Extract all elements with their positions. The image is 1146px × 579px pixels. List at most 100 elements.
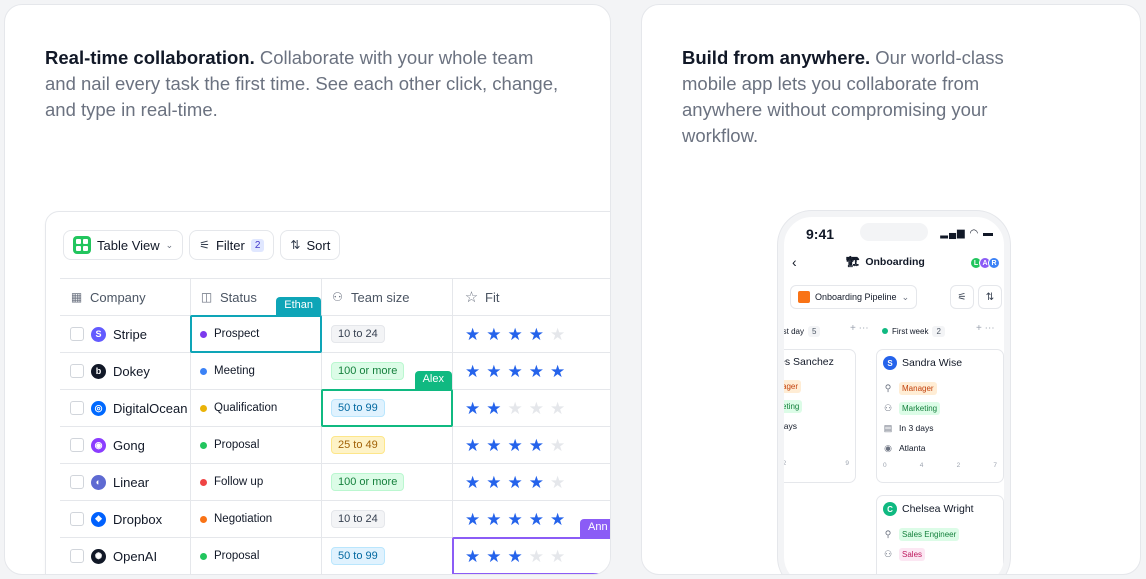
star-filled-icon[interactable]: ★ bbox=[550, 511, 565, 528]
star-filled-icon[interactable]: ★ bbox=[465, 437, 480, 454]
star-filled-icon[interactable]: ★ bbox=[465, 400, 480, 417]
star-empty-icon[interactable]: ★ bbox=[550, 400, 565, 417]
fit-rating[interactable]: ★ ★ ★ ★ ★ bbox=[465, 437, 565, 454]
star-filled-icon[interactable]: ★ bbox=[486, 511, 501, 528]
column-actions[interactable]: + ⋯ bbox=[976, 323, 995, 334]
team-size-cell[interactable]: 10 to 24 bbox=[322, 316, 453, 352]
fit-cell[interactable]: ★ ★ ★ ★ ★ bbox=[453, 427, 610, 463]
company-cell[interactable]: ✺ OpenAI bbox=[60, 538, 191, 574]
table-row[interactable]: ◎ DigitalOcean Qualification 50 to 99 Al… bbox=[60, 371, 610, 427]
team-size-cell[interactable]: 50 to 99 Alex bbox=[321, 371, 453, 427]
star-filled-icon[interactable]: ★ bbox=[465, 548, 480, 565]
company-cell[interactable]: ◎ DigitalOcean bbox=[60, 390, 191, 426]
phone-filter-button[interactable]: ⚟ bbox=[950, 285, 974, 309]
fit-rating[interactable]: ★ ★ ★ ★ ★ bbox=[465, 511, 565, 528]
kanban-card[interactable]: S Sandra Wise ⚲ Manager ⚇ Marketing ▤ In 3 d… bbox=[876, 349, 1004, 483]
star-filled-icon[interactable]: ★ bbox=[508, 511, 523, 528]
company-cell[interactable]: S Stripe bbox=[60, 316, 191, 352]
fit-rating[interactable]: ★ ★ ★ ★ ★ bbox=[465, 363, 565, 380]
star-filled-icon[interactable]: ★ bbox=[529, 511, 544, 528]
star-filled-icon[interactable]: ★ bbox=[508, 437, 523, 454]
star-empty-icon[interactable]: ★ bbox=[550, 548, 565, 565]
star-filled-icon[interactable]: ★ bbox=[465, 511, 480, 528]
table-row[interactable]: S Stripe Prospect Ethan 10 to 24 ★ ★ ★ ★ ★ bbox=[60, 297, 610, 353]
fit-rating[interactable]: ★ ★ ★ ★ ★ bbox=[465, 400, 565, 417]
row-checkbox[interactable] bbox=[70, 475, 84, 489]
sort-button[interactable]: ⇅ Sort bbox=[280, 230, 341, 260]
company-cell[interactable]: ◉ Gong bbox=[60, 427, 191, 463]
star-empty-icon[interactable]: ★ bbox=[550, 474, 565, 491]
row-checkbox[interactable] bbox=[70, 364, 84, 378]
fit-rating[interactable]: ★ ★ ★ ★ ★ bbox=[465, 474, 565, 491]
table-view-button[interactable]: Table View ⌄ bbox=[63, 230, 184, 260]
status-cell[interactable]: Proposal bbox=[191, 538, 322, 574]
status-cell[interactable]: Meeting bbox=[191, 353, 322, 389]
fit-rating[interactable]: ★ ★ ★ ★ ★ bbox=[465, 548, 565, 565]
kanban-card[interactable]: C Chelsea Wright ⚲ Sales Engineer ⚇ Sales bbox=[876, 495, 1004, 574]
team-size-cell[interactable]: 100 or more bbox=[322, 464, 453, 500]
collaborator-avatars[interactable]: L A R bbox=[970, 257, 1000, 269]
star-filled-icon[interactable]: ★ bbox=[508, 326, 523, 343]
star-filled-icon[interactable]: ★ bbox=[465, 363, 480, 380]
column-header-team-size[interactable]: ⚇ Team size bbox=[322, 279, 453, 315]
star-filled-icon[interactable]: ★ bbox=[508, 363, 523, 380]
row-checkbox[interactable] bbox=[70, 438, 84, 452]
star-filled-icon[interactable]: ★ bbox=[529, 326, 544, 343]
star-filled-icon[interactable]: ★ bbox=[465, 474, 480, 491]
table-view-icon bbox=[73, 236, 91, 254]
column-actions[interactable]: + ⋯ bbox=[850, 323, 869, 334]
row-checkbox[interactable] bbox=[70, 549, 84, 563]
fit-cell[interactable]: ★ ★ ★ ★ ★ bbox=[453, 390, 610, 426]
card-footer: 12 9 bbox=[784, 460, 849, 467]
star-filled-icon[interactable]: ★ bbox=[508, 548, 523, 565]
fit-cell[interactable]: ★ ★ ★ ★ ★ Ann bbox=[452, 519, 610, 574]
team-size-cell[interactable]: 25 to 49 bbox=[322, 427, 453, 463]
table-row[interactable]: ◐ Linear Follow up 100 or more ★ ★ ★ ★ ★ bbox=[60, 464, 610, 501]
status-cell[interactable]: Follow up bbox=[191, 464, 322, 500]
star-empty-icon[interactable]: ★ bbox=[529, 548, 544, 565]
table-row[interactable]: ✺ OpenAI Proposal 50 to 99 ★ ★ ★ ★ ★ Ann bbox=[60, 519, 610, 574]
company-cell[interactable]: ❖ Dropbox bbox=[60, 501, 191, 537]
star-filled-icon[interactable]: ★ bbox=[508, 474, 523, 491]
star-filled-icon[interactable]: ★ bbox=[486, 400, 501, 417]
pipeline-selector[interactable]: Onboarding Pipeline ⌄ bbox=[790, 285, 918, 309]
star-filled-icon[interactable]: ★ bbox=[465, 326, 480, 343]
row-checkbox[interactable] bbox=[70, 327, 84, 341]
back-arrow-icon[interactable]: ‹ bbox=[792, 254, 797, 270]
star-empty-icon[interactable]: ★ bbox=[529, 400, 544, 417]
star-filled-icon[interactable]: ★ bbox=[486, 474, 501, 491]
row-checkbox[interactable] bbox=[70, 401, 84, 415]
status-cell[interactable]: Qualification bbox=[191, 390, 322, 426]
status-cell[interactable]: Prospect Ethan bbox=[190, 297, 322, 353]
star-filled-icon[interactable]: ★ bbox=[529, 363, 544, 380]
star-filled-icon[interactable]: ★ bbox=[486, 363, 501, 380]
phone-sort-button[interactable]: ⇅ bbox=[978, 285, 1002, 309]
kanban-card[interactable]: es Sanchez ager eting days n 12 9 bbox=[784, 349, 856, 483]
table-row[interactable]: ❖ Dropbox Negotiation 10 to 24 ★ ★ ★ ★ ★ bbox=[60, 501, 610, 538]
star-filled-icon[interactable]: ★ bbox=[550, 363, 565, 380]
table-row[interactable]: ◉ Gong Proposal 25 to 49 ★ ★ ★ ★ ★ bbox=[60, 427, 610, 464]
star-empty-icon[interactable]: ★ bbox=[508, 400, 523, 417]
star-filled-icon[interactable]: ★ bbox=[486, 548, 501, 565]
filter-button[interactable]: ⚟ Filter 2 bbox=[189, 230, 275, 260]
star-empty-icon[interactable]: ★ bbox=[550, 437, 565, 454]
column-header-fit[interactable]: ☆ Fit bbox=[453, 279, 610, 315]
fit-cell[interactable]: ★ ★ ★ ★ ★ bbox=[453, 464, 610, 500]
status-cell[interactable]: Proposal bbox=[191, 427, 322, 463]
table-row[interactable]: b Dokey Meeting 100 or more ★ ★ ★ ★ ★ bbox=[60, 353, 610, 390]
status-cell[interactable]: Negotiation bbox=[191, 501, 322, 537]
star-filled-icon[interactable]: ★ bbox=[486, 437, 501, 454]
fit-cell[interactable]: ★ ★ ★ ★ ★ bbox=[453, 353, 610, 389]
star-filled-icon[interactable]: ★ bbox=[529, 474, 544, 491]
team-size-cell[interactable]: 50 to 99 bbox=[322, 538, 453, 574]
team-size-cell[interactable]: 10 to 24 bbox=[322, 501, 453, 537]
star-empty-icon[interactable]: ★ bbox=[550, 326, 565, 343]
company-cell[interactable]: b Dokey bbox=[60, 353, 191, 389]
star-filled-icon[interactable]: ★ bbox=[529, 437, 544, 454]
star-filled-icon[interactable]: ★ bbox=[486, 326, 501, 343]
row-checkbox[interactable] bbox=[70, 512, 84, 526]
company-cell[interactable]: ◐ Linear bbox=[60, 464, 191, 500]
column-header-company[interactable]: ▦ Company bbox=[60, 279, 191, 315]
fit-rating[interactable]: ★ ★ ★ ★ ★ bbox=[465, 326, 565, 343]
fit-cell[interactable]: ★ ★ ★ ★ ★ bbox=[453, 316, 610, 352]
